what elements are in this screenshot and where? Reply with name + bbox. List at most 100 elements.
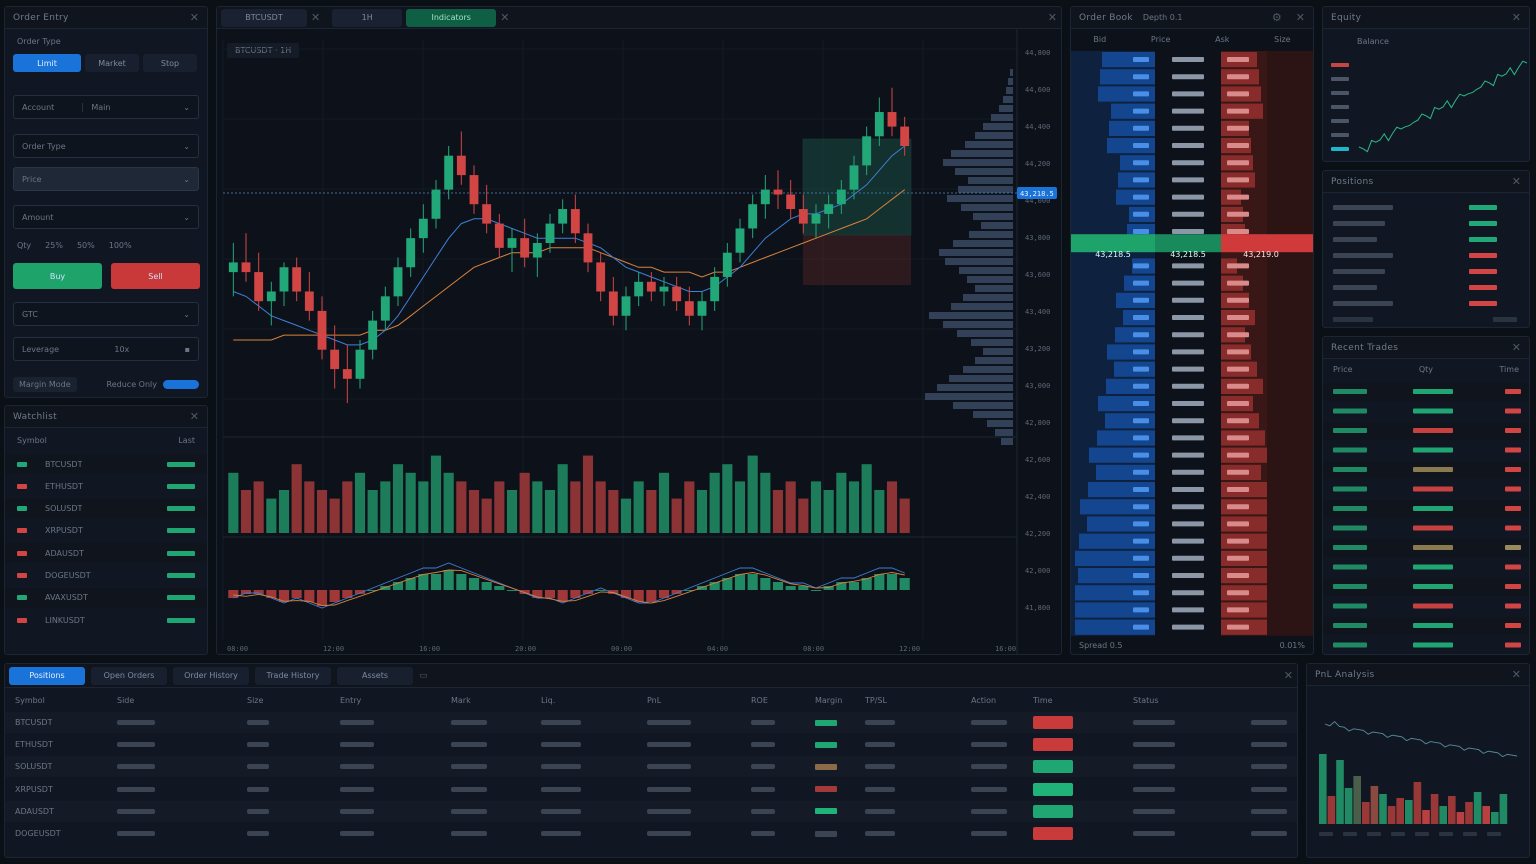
macd-histogram-bar bbox=[899, 578, 910, 590]
sell-button[interactable]: Sell bbox=[111, 263, 200, 289]
price-cell bbox=[1172, 590, 1204, 596]
buy-button[interactable]: Buy bbox=[13, 263, 102, 289]
row-action-button[interactable] bbox=[1033, 738, 1073, 752]
table-row[interactable]: DOGEUSDT bbox=[5, 823, 1297, 844]
close-icon[interactable]: ✕ bbox=[1512, 176, 1521, 187]
table-column-header[interactable]: TP/SL bbox=[865, 696, 887, 705]
position-label bbox=[1333, 285, 1377, 290]
tab-indicators[interactable]: Indicators bbox=[406, 8, 497, 27]
table-column-header[interactable]: PnL bbox=[647, 696, 661, 705]
table-column-header[interactable]: Entry bbox=[340, 696, 361, 705]
watchlist-row[interactable]: ADAUSDT bbox=[5, 543, 207, 564]
close-icon[interactable]: ✕ bbox=[311, 12, 320, 23]
volume-bar bbox=[836, 472, 847, 533]
volume-profile-bar bbox=[963, 294, 1013, 301]
qty-25-button[interactable]: 25% bbox=[45, 241, 63, 250]
volume-bar bbox=[278, 490, 290, 533]
tab-symbol[interactable]: BTCUSDT bbox=[221, 8, 307, 27]
candlestick-chart[interactable]: 44,80044,60044,40044,20044,00043,80043,6… bbox=[217, 29, 1062, 655]
price-cell bbox=[1172, 194, 1204, 200]
expand-icon[interactable]: ▭ bbox=[419, 671, 428, 681]
row-action-button[interactable] bbox=[1033, 760, 1073, 774]
bid-size-cell bbox=[1133, 108, 1149, 114]
volume-profile-bar bbox=[951, 303, 1013, 310]
price-cell bbox=[1172, 160, 1204, 166]
watchlist-symbol: LINKUSDT bbox=[45, 615, 85, 625]
recent-trades-list bbox=[1323, 383, 1529, 648]
close-icon[interactable]: ✕ bbox=[1512, 12, 1521, 23]
ask-size-cell bbox=[1227, 349, 1249, 355]
size-column-bg bbox=[1267, 51, 1313, 636]
table-column-header[interactable]: Liq. bbox=[541, 696, 555, 705]
close-icon[interactable]: ✕ bbox=[1296, 12, 1305, 23]
row-action-button[interactable] bbox=[1033, 716, 1073, 729]
price-cell bbox=[1172, 469, 1204, 475]
orderbook-depth[interactable] bbox=[1071, 51, 1314, 641]
watchlist-row[interactable]: BTCUSDT bbox=[5, 454, 207, 474]
watchlist-row[interactable]: XRPUSDT bbox=[5, 521, 207, 541]
table-column-header[interactable]: Margin bbox=[815, 696, 842, 705]
close-icon[interactable]: ✕ bbox=[1284, 670, 1293, 681]
settings-icon[interactable]: ⚙ bbox=[1272, 12, 1282, 23]
row-action-button[interactable] bbox=[1033, 804, 1073, 818]
macd-histogram-bar bbox=[304, 590, 315, 602]
watchlist-row[interactable]: ETHUSDT bbox=[5, 476, 207, 496]
table-row[interactable]: ADAUSDT bbox=[5, 800, 1297, 822]
table-column-header[interactable]: ROE bbox=[751, 696, 768, 705]
table-row[interactable]: BTCUSDT bbox=[5, 712, 1297, 733]
volume-bar bbox=[456, 481, 467, 533]
tab-timeframe[interactable]: 1H bbox=[332, 8, 403, 27]
time-in-force-select[interactable]: GTC ⌄ bbox=[13, 302, 199, 326]
table-column-header[interactable]: Mark bbox=[451, 696, 471, 705]
account-select[interactable]: Account Main ⌄ bbox=[13, 95, 199, 119]
row-action-button[interactable] bbox=[1033, 827, 1073, 840]
tab-trade-history[interactable]: Trade History bbox=[255, 666, 331, 685]
row-action-button[interactable] bbox=[1033, 782, 1073, 796]
tab-limit[interactable]: Limit bbox=[13, 54, 81, 72]
amount-select[interactable]: Amount ⌄ bbox=[13, 205, 199, 229]
close-icon[interactable]: ✕ bbox=[190, 12, 199, 23]
table-column-header[interactable]: Time bbox=[1033, 696, 1053, 705]
qty-100-button[interactable]: 100% bbox=[109, 241, 132, 250]
reduce-only-toggle[interactable] bbox=[163, 380, 199, 389]
trade-qty bbox=[1413, 603, 1453, 609]
close-icon[interactable]: ✕ bbox=[500, 11, 509, 24]
row-symbol: ETHUSDT bbox=[15, 740, 53, 750]
table-row[interactable]: XRPUSDT bbox=[5, 779, 1297, 800]
watchlist-symbol: XRPUSDT bbox=[45, 526, 83, 536]
volume-profile-bar bbox=[973, 213, 1013, 220]
macd-histogram-bar bbox=[506, 590, 518, 591]
table-row[interactable]: SOLUSDT bbox=[5, 756, 1297, 778]
tab-stop[interactable]: Stop bbox=[143, 54, 197, 72]
watchlist-row[interactable]: SOLUSDT bbox=[5, 498, 207, 519]
watchlist-row[interactable]: LINKUSDT bbox=[5, 610, 207, 630]
price-axis-label: 43,200 bbox=[1025, 345, 1050, 353]
table-row[interactable]: ETHUSDT bbox=[5, 734, 1297, 755]
price-input[interactable]: Price ⌄ bbox=[13, 167, 199, 191]
tab-market[interactable]: Market bbox=[85, 54, 139, 72]
candle-body bbox=[520, 238, 530, 258]
watchlist-row[interactable]: DOGEUSDT bbox=[5, 566, 207, 586]
watchlist-row[interactable]: AVAXUSDT bbox=[5, 587, 207, 608]
table-column-header[interactable]: Symbol bbox=[15, 696, 45, 705]
table-column-header[interactable]: Side bbox=[117, 696, 134, 705]
close-icon[interactable]: ✕ bbox=[1048, 12, 1057, 23]
table-column-header[interactable]: Size bbox=[247, 696, 263, 705]
tab-open-orders[interactable]: Open Orders bbox=[91, 666, 167, 685]
macd-histogram-bar bbox=[810, 590, 822, 591]
order-type-select[interactable]: Order Type ⌄ bbox=[13, 134, 199, 158]
bid-size-cell bbox=[1133, 349, 1149, 355]
tab-assets[interactable]: Assets bbox=[337, 666, 413, 685]
tab-order-history[interactable]: Order History bbox=[173, 666, 249, 685]
close-icon[interactable]: ✕ bbox=[1512, 669, 1521, 680]
ask-size-cell bbox=[1227, 263, 1249, 269]
table-column-header[interactable]: Status bbox=[1133, 696, 1159, 705]
qty-50-button[interactable]: 50% bbox=[77, 241, 95, 250]
table-column-header[interactable]: Action bbox=[971, 696, 996, 705]
volume-bar bbox=[329, 498, 340, 533]
candle-body bbox=[874, 112, 884, 137]
leverage-field[interactable]: Leverage 10x ▪ bbox=[13, 337, 199, 361]
tab-positions[interactable]: Positions bbox=[9, 666, 85, 685]
close-icon[interactable]: ✕ bbox=[1512, 342, 1521, 353]
close-icon[interactable]: ✕ bbox=[190, 411, 199, 422]
